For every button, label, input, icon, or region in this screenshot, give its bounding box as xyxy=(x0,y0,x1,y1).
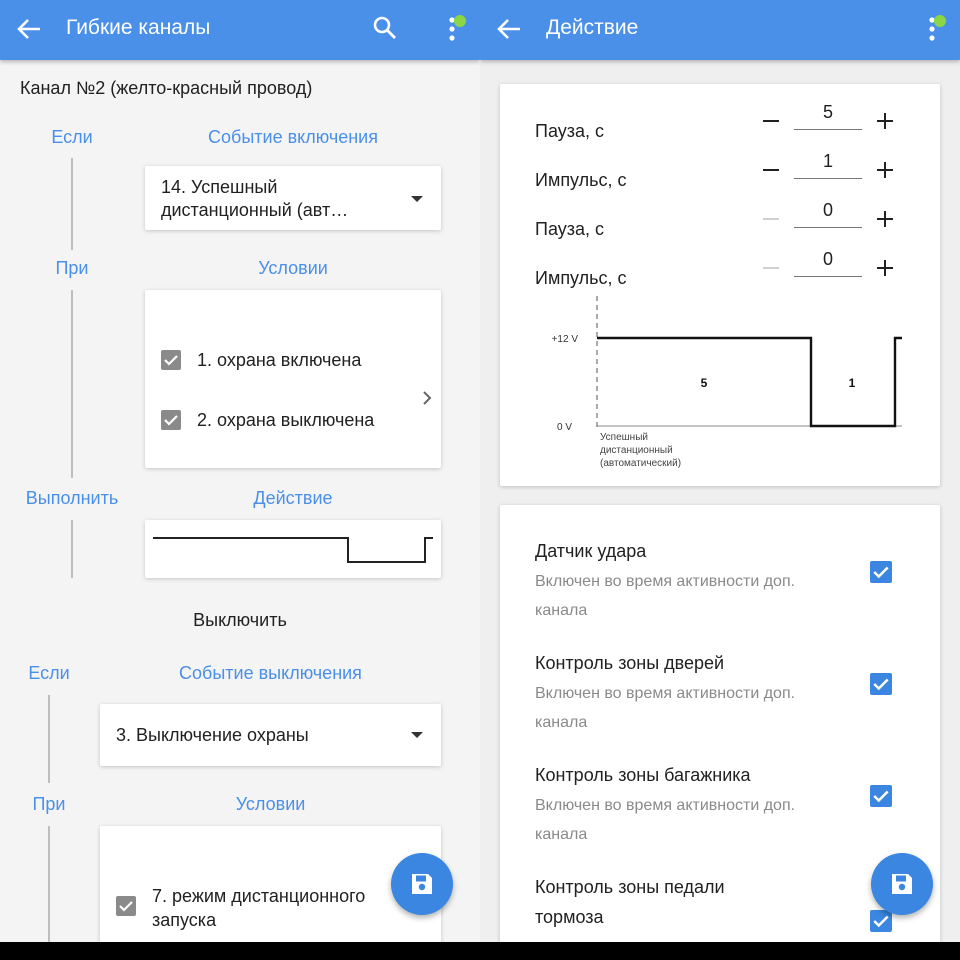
search-icon[interactable] xyxy=(372,15,398,41)
condition-item-line2: запуска xyxy=(152,910,217,930)
flex-channels-screen: Гибкие каналы Канал №2 (желто-красный пр… xyxy=(0,0,480,942)
off-conditions-card[interactable]: 7. режим дистанционного запуска xyxy=(100,826,441,942)
condition-item: 2. охрана выключена xyxy=(197,410,375,430)
chevron-right-icon xyxy=(423,391,432,405)
flow-line xyxy=(48,695,50,783)
page-title: Действие xyxy=(546,16,639,39)
flow-line xyxy=(71,290,73,478)
dropdown-arrow-icon xyxy=(411,196,423,202)
condition-checkbox[interactable] xyxy=(161,350,181,370)
condition-checkbox[interactable] xyxy=(116,896,136,916)
flow-line xyxy=(71,158,73,250)
action-preview-card[interactable] xyxy=(145,520,441,578)
conditions-label: Условии xyxy=(258,258,328,278)
off-event-value: 3. Выключение охраны xyxy=(116,725,309,745)
page-title: Гибкие каналы xyxy=(66,16,211,39)
action-waveform xyxy=(153,537,433,563)
back-arrow-icon[interactable] xyxy=(494,14,524,44)
dropdown-arrow-icon xyxy=(411,732,423,738)
on-event-select[interactable]: 14. Успешный дистанционный (авт… xyxy=(145,166,441,230)
do-label: Выполнить xyxy=(25,488,119,508)
action-screen: Действие xyxy=(480,0,960,942)
save-button[interactable] xyxy=(871,853,933,915)
off-event-label: Событие выключения xyxy=(179,663,362,683)
on-event-value-line2: дистанционный (авт… xyxy=(161,200,349,220)
save-button[interactable] xyxy=(391,853,453,915)
on-conditions-card[interactable]: 1. охрана включена 2. охрана выключена xyxy=(145,290,441,468)
off-section-title: Выключить xyxy=(193,610,287,630)
save-icon xyxy=(412,874,432,894)
flow-line xyxy=(48,826,50,942)
when-label: При xyxy=(55,258,89,278)
on-event-label: Событие включения xyxy=(208,127,378,147)
when-label: При xyxy=(32,794,66,814)
flow-line xyxy=(71,520,73,578)
if-label: Если xyxy=(51,127,93,147)
save-icon xyxy=(892,874,912,894)
off-event-select[interactable]: 3. Выключение охраны xyxy=(100,704,441,766)
timing-card xyxy=(500,84,940,486)
system-navigation-bar xyxy=(0,942,960,960)
back-arrow-icon[interactable] xyxy=(14,14,44,44)
on-event-value-line1: 14. Успешный xyxy=(161,177,278,197)
action-label: Действие xyxy=(253,488,333,508)
app-bar: Действие xyxy=(480,0,960,60)
condition-item: 1. охрана включена xyxy=(197,350,362,370)
notification-badge-icon xyxy=(934,15,946,27)
if-label: Если xyxy=(28,663,70,683)
app-bar: Гибкие каналы xyxy=(0,0,480,60)
channel-title: Канал №2 (желто-красный провод) xyxy=(20,78,313,98)
notification-badge-icon xyxy=(454,15,466,27)
condition-item-line1: 7. режим дистанционного xyxy=(152,886,366,906)
condition-checkbox[interactable] xyxy=(161,410,181,430)
conditions-label: Условии xyxy=(235,794,306,814)
